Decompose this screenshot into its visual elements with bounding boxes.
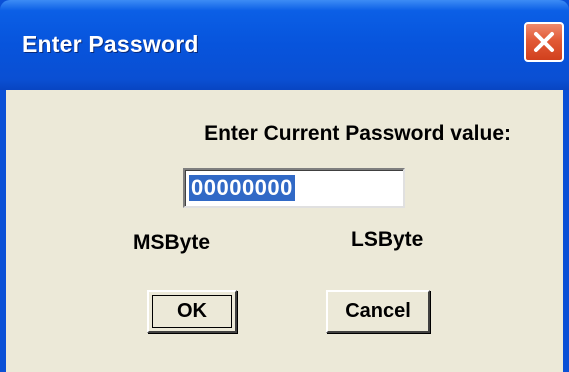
lsbyte-label: LSByte [351,228,424,251]
title-bar[interactable]: Enter Password [0,0,569,90]
password-dialog: Enter Password Enter Current Password va… [0,0,569,372]
cancel-button[interactable]: Cancel [326,290,430,333]
ok-button[interactable]: OK [147,290,237,333]
msbyte-label: MSByte [133,231,211,254]
window-title: Enter Password [22,31,199,57]
close-icon [534,32,554,52]
prompt-label: Enter Current Password value: [204,122,511,145]
focus-rect [152,295,232,328]
password-value[interactable]: 00000000 [189,175,295,201]
password-input[interactable]: 00000000 [183,168,405,208]
cancel-button-label: Cancel [345,300,411,322]
dialog-body: Enter Current Password value: 00000000 M… [6,90,563,372]
close-button[interactable] [524,22,564,62]
